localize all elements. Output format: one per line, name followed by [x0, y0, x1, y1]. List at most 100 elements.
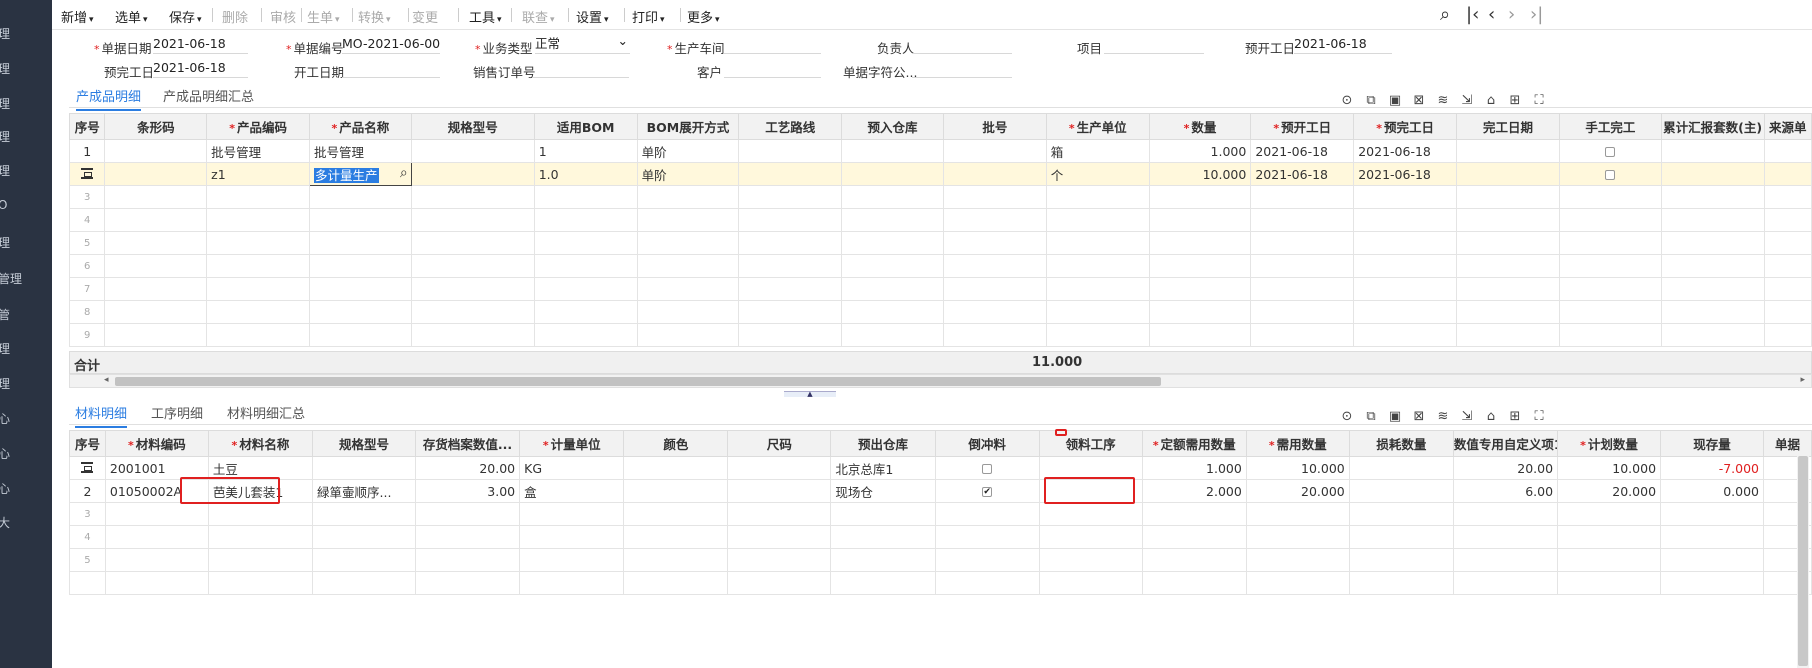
table-cell[interactable]: 3.00	[414, 479, 521, 503]
table-cell[interactable]	[942, 208, 1047, 232]
sidebar-item[interactable]: 理	[0, 340, 10, 357]
table-cell[interactable]	[1558, 231, 1662, 255]
table-cell[interactable]	[104, 208, 208, 232]
table-cell[interactable]	[1045, 185, 1150, 209]
table-cell[interactable]: 2.000	[1141, 479, 1247, 503]
table-cell[interactable]	[1456, 254, 1560, 278]
column-settings-icon[interactable]: ⊞	[1508, 410, 1522, 424]
column-header[interactable]: * 预完工日	[1353, 113, 1458, 140]
column-header[interactable]: * 计划数量	[1557, 430, 1662, 457]
tab-bottom_tabs-2[interactable]: 材料明细汇总	[227, 403, 305, 426]
table-cell[interactable]	[1148, 277, 1252, 301]
table-cell[interactable]	[410, 300, 535, 324]
table-cell[interactable]	[623, 525, 729, 549]
column-header[interactable]: 损耗数量	[1348, 430, 1454, 457]
location-icon[interactable]: ⊙	[1340, 94, 1354, 108]
empty-row[interactable]: 9	[68, 323, 1812, 347]
column-settings-icon[interactable]: ⊞	[1508, 94, 1522, 108]
table-cell[interactable]	[1452, 502, 1559, 526]
table-cell[interactable]: 北京总库1	[830, 456, 936, 480]
table-cell[interactable]: 10.000	[1245, 456, 1350, 480]
sidebar-item[interactable]: 理	[0, 60, 10, 77]
table-cell[interactable]	[1348, 456, 1454, 480]
empty-row[interactable]: 6	[68, 254, 1812, 278]
table-cell[interactable]: 现场仓	[830, 479, 936, 503]
column-header[interactable]: 规格型号	[410, 113, 535, 140]
table-cell[interactable]	[636, 185, 740, 209]
table-cell[interactable]	[636, 208, 740, 232]
table-cell[interactable]	[1456, 323, 1560, 347]
table-cell[interactable]	[1148, 300, 1252, 324]
table-cell[interactable]	[1045, 254, 1150, 278]
first-icon[interactable]: |‹	[1466, 4, 1479, 25]
sidebar-item[interactable]: 理	[0, 375, 10, 392]
table-cell[interactable]	[414, 502, 521, 526]
table-row[interactable]: 1 批号管理 批号管理 1 单阶箱 1.000 2021-06-18 2021-06-18	[68, 139, 1812, 163]
table-cell[interactable]: 多计量生产 ⌕	[309, 162, 412, 186]
form-field-2-3[interactable]	[724, 60, 821, 78]
table-cell[interactable]	[104, 502, 209, 526]
table-cell[interactable]	[738, 162, 843, 186]
table-cell[interactable]	[841, 300, 944, 324]
table-cell[interactable]	[1148, 231, 1252, 255]
table-cell[interactable]	[1558, 185, 1662, 209]
empty-row[interactable]: 4	[69, 525, 1812, 549]
fullscreen-icon[interactable]: ⛶	[1532, 410, 1546, 424]
table-cell[interactable]	[1148, 185, 1252, 209]
table-cell[interactable]	[104, 300, 208, 324]
table-cell[interactable]	[738, 300, 843, 324]
table-cell[interactable]	[207, 502, 314, 526]
column-header[interactable]: * 计量单位	[519, 430, 625, 457]
table-cell[interactable]	[1763, 323, 1812, 347]
table-cell[interactable]	[738, 208, 843, 232]
column-header[interactable]: 预入仓库	[841, 113, 944, 140]
table-cell[interactable]	[1660, 548, 1764, 572]
table-cell[interactable]	[519, 548, 625, 572]
scroll-left-icon[interactable]: ◂	[104, 375, 109, 385]
archive-icon[interactable]: ⌂	[1484, 94, 1498, 108]
table-cell[interactable]	[1045, 208, 1150, 232]
empty-row[interactable]: 3	[68, 185, 1812, 209]
table-cell[interactable]	[1348, 525, 1454, 549]
table-cell[interactable]: 0.000	[1660, 479, 1764, 503]
table-cell[interactable]	[1245, 525, 1350, 549]
scrollbar-thumb[interactable]	[115, 377, 1161, 386]
search-icon[interactable]: ⌕	[400, 165, 408, 181]
table-cell[interactable]	[727, 502, 832, 526]
table-cell[interactable]	[1660, 162, 1765, 186]
column-header[interactable]: BOM展开方式	[636, 113, 740, 140]
table-cell[interactable]	[942, 231, 1047, 255]
table-cell[interactable]	[738, 323, 843, 347]
table-cell[interactable]	[104, 571, 209, 595]
copy-row-icon[interactable]: ⧉	[1364, 410, 1378, 424]
table-cell[interactable]	[727, 479, 832, 503]
sidebar-item[interactable]: 心	[0, 410, 10, 427]
table-cell[interactable]	[738, 231, 843, 255]
table-cell[interactable]	[1557, 548, 1662, 572]
table-cell[interactable]	[623, 571, 729, 595]
column-header[interactable]: 倒冲料	[934, 430, 1040, 457]
table-row[interactable]: z1 多计量生产 ⌕ 1.0 单阶个 10.000 2021-06-18 2021-06-18	[68, 162, 1812, 186]
table-cell[interactable]	[934, 456, 1040, 480]
empty-row[interactable]	[69, 571, 1812, 595]
table-cell[interactable]	[1250, 208, 1355, 232]
table-cell[interactable]	[1250, 300, 1355, 324]
table-cell[interactable]	[207, 548, 314, 572]
sidebar-item[interactable]: 心	[0, 445, 10, 462]
table-cell[interactable]	[934, 479, 1040, 503]
column-header[interactable]: * 定额需用数量	[1141, 430, 1247, 457]
table-cell[interactable]	[1353, 277, 1458, 301]
table-cell[interactable]	[1141, 502, 1247, 526]
table-cell[interactable]	[1557, 502, 1662, 526]
table-cell[interactable]	[104, 548, 209, 572]
table-cell[interactable]	[206, 185, 311, 209]
table-cell[interactable]	[519, 502, 625, 526]
table-cell[interactable]	[830, 571, 936, 595]
cell-editor-text[interactable]: 多计量生产	[314, 167, 379, 183]
paste-row-icon[interactable]: ▣	[1388, 410, 1402, 424]
table-cell[interactable]	[1038, 571, 1143, 595]
table-cell[interactable]: 1.000	[1141, 456, 1247, 480]
sidebar-item[interactable]: 管	[0, 306, 10, 323]
table-cell[interactable]	[1558, 254, 1662, 278]
toolbar-button-13[interactable]: 更多 ▾	[687, 7, 720, 26]
